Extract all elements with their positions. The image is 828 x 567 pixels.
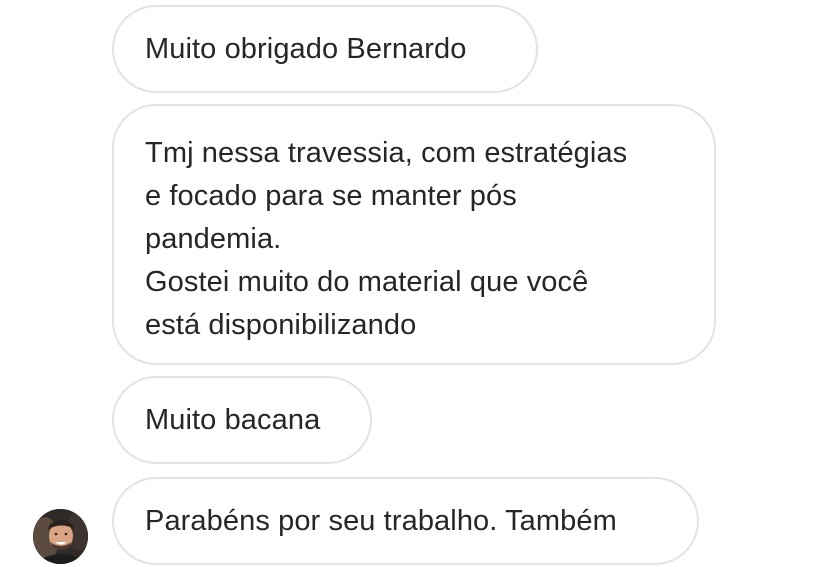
message-bubble[interactable]: Muito obrigado Bernardo (112, 5, 538, 93)
message-bubble[interactable]: Muito bacana (112, 376, 372, 464)
message-bubble[interactable]: Parabéns por seu trabalho. Também (112, 477, 699, 565)
message-text-line: pandemia. (145, 223, 282, 255)
message-text-line: e focado para se manter pós (145, 180, 517, 212)
message-text-line: está disponibilizando (145, 309, 417, 341)
avatar-photo-icon (33, 509, 88, 564)
sender-avatar[interactable] (33, 509, 88, 564)
message-text: Muito bacana (145, 404, 321, 436)
message-text: Parabéns por seu trabalho. Também (145, 505, 617, 537)
message-bubble[interactable]: Tmj nessa travessia, com estratégias e f… (112, 104, 716, 365)
message-text-line: Tmj nessa travessia, com estratégias (145, 137, 628, 169)
message-text: Muito obrigado Bernardo (145, 33, 467, 65)
message-text-line: Gostei muito do material que você (145, 266, 589, 298)
